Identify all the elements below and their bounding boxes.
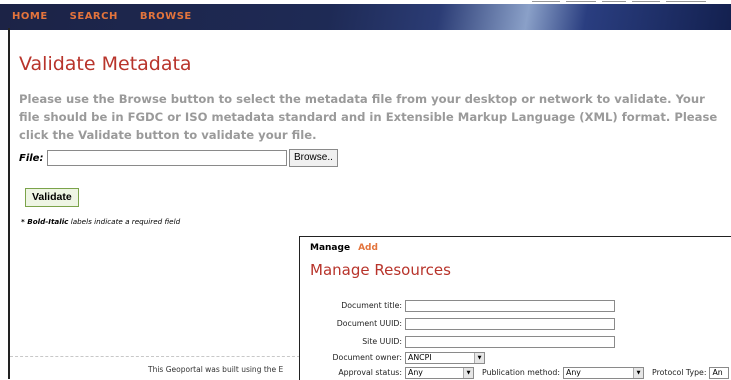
protocol-type-select[interactable]: An <box>709 366 730 379</box>
validate-button[interactable]: Validate <box>25 188 79 207</box>
document-owner-value: ANCPI <box>408 352 432 362</box>
approval-status-select[interactable]: Any ▼ <box>405 366 474 379</box>
required-note-rest: labels indicate a required field <box>68 217 181 226</box>
document-uuid-row: Document UUID: <box>300 317 615 330</box>
main-nav: HOME SEARCH BROWSE <box>12 11 192 22</box>
publication-method-label: Publication method: <box>482 368 561 377</box>
protocol-type-label: Protocol Type: <box>652 368 707 377</box>
nav-browse-link[interactable]: BROWSE <box>140 11 192 22</box>
nav-search-link[interactable]: SEARCH <box>70 11 118 22</box>
file-label: File: <box>19 152 44 164</box>
required-note-bold: * Bold-Italic <box>21 217 69 226</box>
nav-home-link[interactable]: HOME <box>12 11 48 22</box>
document-owner-label: Document owner: <box>332 353 402 362</box>
document-owner-select[interactable]: ANCPI ▼ <box>405 351 485 364</box>
manage-resources-panel: Manage Add Manage Resources Document tit… <box>299 236 731 380</box>
approval-status-label: Approval status: <box>338 368 402 377</box>
approval-status-value: Any <box>408 367 423 377</box>
document-title-label: Document title: <box>341 301 402 310</box>
protocol-type-value: An <box>712 367 723 377</box>
site-uuid-label: Site UUID: <box>362 337 402 346</box>
required-field-note: * Bold-Italic labels indicate a required… <box>21 217 180 226</box>
page-title: Validate Metadata <box>19 53 192 75</box>
chevron-down-icon: ▼ <box>463 367 473 378</box>
document-title-input[interactable] <box>405 299 615 312</box>
instructions-text: Please use the Browse button to select t… <box>19 92 718 142</box>
tab-add[interactable]: Add <box>358 243 378 253</box>
approval-status-row: Approval status: Any ▼ Publication metho… <box>300 366 730 379</box>
document-uuid-label: Document UUID: <box>336 319 402 328</box>
site-uuid-input[interactable] <box>405 335 615 348</box>
document-uuid-input[interactable] <box>405 317 615 330</box>
left-border <box>8 28 10 379</box>
publication-method-value: Any <box>566 367 581 377</box>
tab-manage[interactable]: Manage <box>310 243 350 253</box>
manage-tabs: Manage Add <box>310 243 378 253</box>
footer-text: This Geoportal was built using the E <box>148 365 284 374</box>
chevron-down-icon: ▼ <box>633 367 644 378</box>
footer-divider <box>10 356 300 358</box>
publication-method-select[interactable]: Any ▼ <box>563 366 645 379</box>
manage-resources-title: Manage Resources <box>310 261 451 279</box>
document-owner-row: Document owner: ANCPI ▼ <box>300 351 485 364</box>
file-row: File: Browse.. <box>19 149 338 167</box>
header-top-strip <box>0 0 731 4</box>
site-uuid-row: Site UUID: <box>300 335 615 348</box>
chevron-down-icon: ▼ <box>474 352 484 363</box>
browse-button[interactable]: Browse.. <box>289 149 338 167</box>
document-title-row: Document title: <box>300 299 615 312</box>
file-path-input[interactable] <box>47 150 287 166</box>
